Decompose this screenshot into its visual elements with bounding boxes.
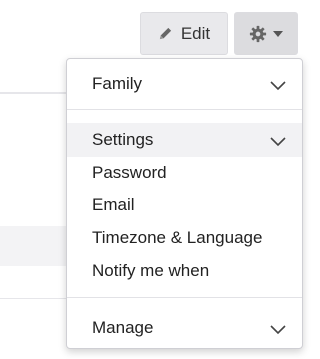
- gear-icon: [249, 25, 267, 43]
- menu-item-label: Notify me when: [92, 261, 210, 280]
- pencil-icon: [158, 26, 173, 41]
- background-divider: [0, 92, 70, 94]
- menu-section-settings[interactable]: Settings: [67, 123, 302, 157]
- edit-button[interactable]: Edit: [140, 12, 228, 55]
- menu-item-notify-me-when[interactable]: Notify me when: [67, 255, 302, 287]
- menu-section-label: Settings: [92, 130, 154, 149]
- menu-item-label: Timezone & Language: [92, 228, 263, 247]
- menu-divider: [67, 297, 302, 298]
- settings-dropdown-menu: Family Settings Password Email Timezone …: [66, 58, 303, 349]
- menu-item-timezone-language[interactable]: Timezone & Language: [67, 221, 302, 255]
- menu-divider: [67, 109, 302, 110]
- settings-menu-button[interactable]: [234, 12, 298, 55]
- menu-section-family[interactable]: Family: [67, 67, 302, 101]
- menu-section-label: Manage: [92, 318, 154, 337]
- menu-section-label: Family: [92, 74, 143, 93]
- edit-button-label: Edit: [180, 23, 211, 43]
- background-row: [0, 226, 70, 266]
- menu-item-label: Email: [92, 195, 135, 214]
- menu-section-manage[interactable]: Manage: [67, 311, 302, 345]
- menu-item-email[interactable]: Email: [67, 189, 302, 221]
- background-divider: [0, 298, 70, 299]
- menu-item-label: Password: [92, 163, 167, 182]
- chevron-down-icon: [270, 132, 286, 152]
- chevron-down-icon: [270, 320, 286, 340]
- caret-down-icon: [273, 30, 283, 37]
- menu-item-password[interactable]: Password: [67, 157, 302, 189]
- page: Edit Family Settings Password Email Time…: [0, 0, 306, 359]
- chevron-down-icon: [270, 76, 286, 96]
